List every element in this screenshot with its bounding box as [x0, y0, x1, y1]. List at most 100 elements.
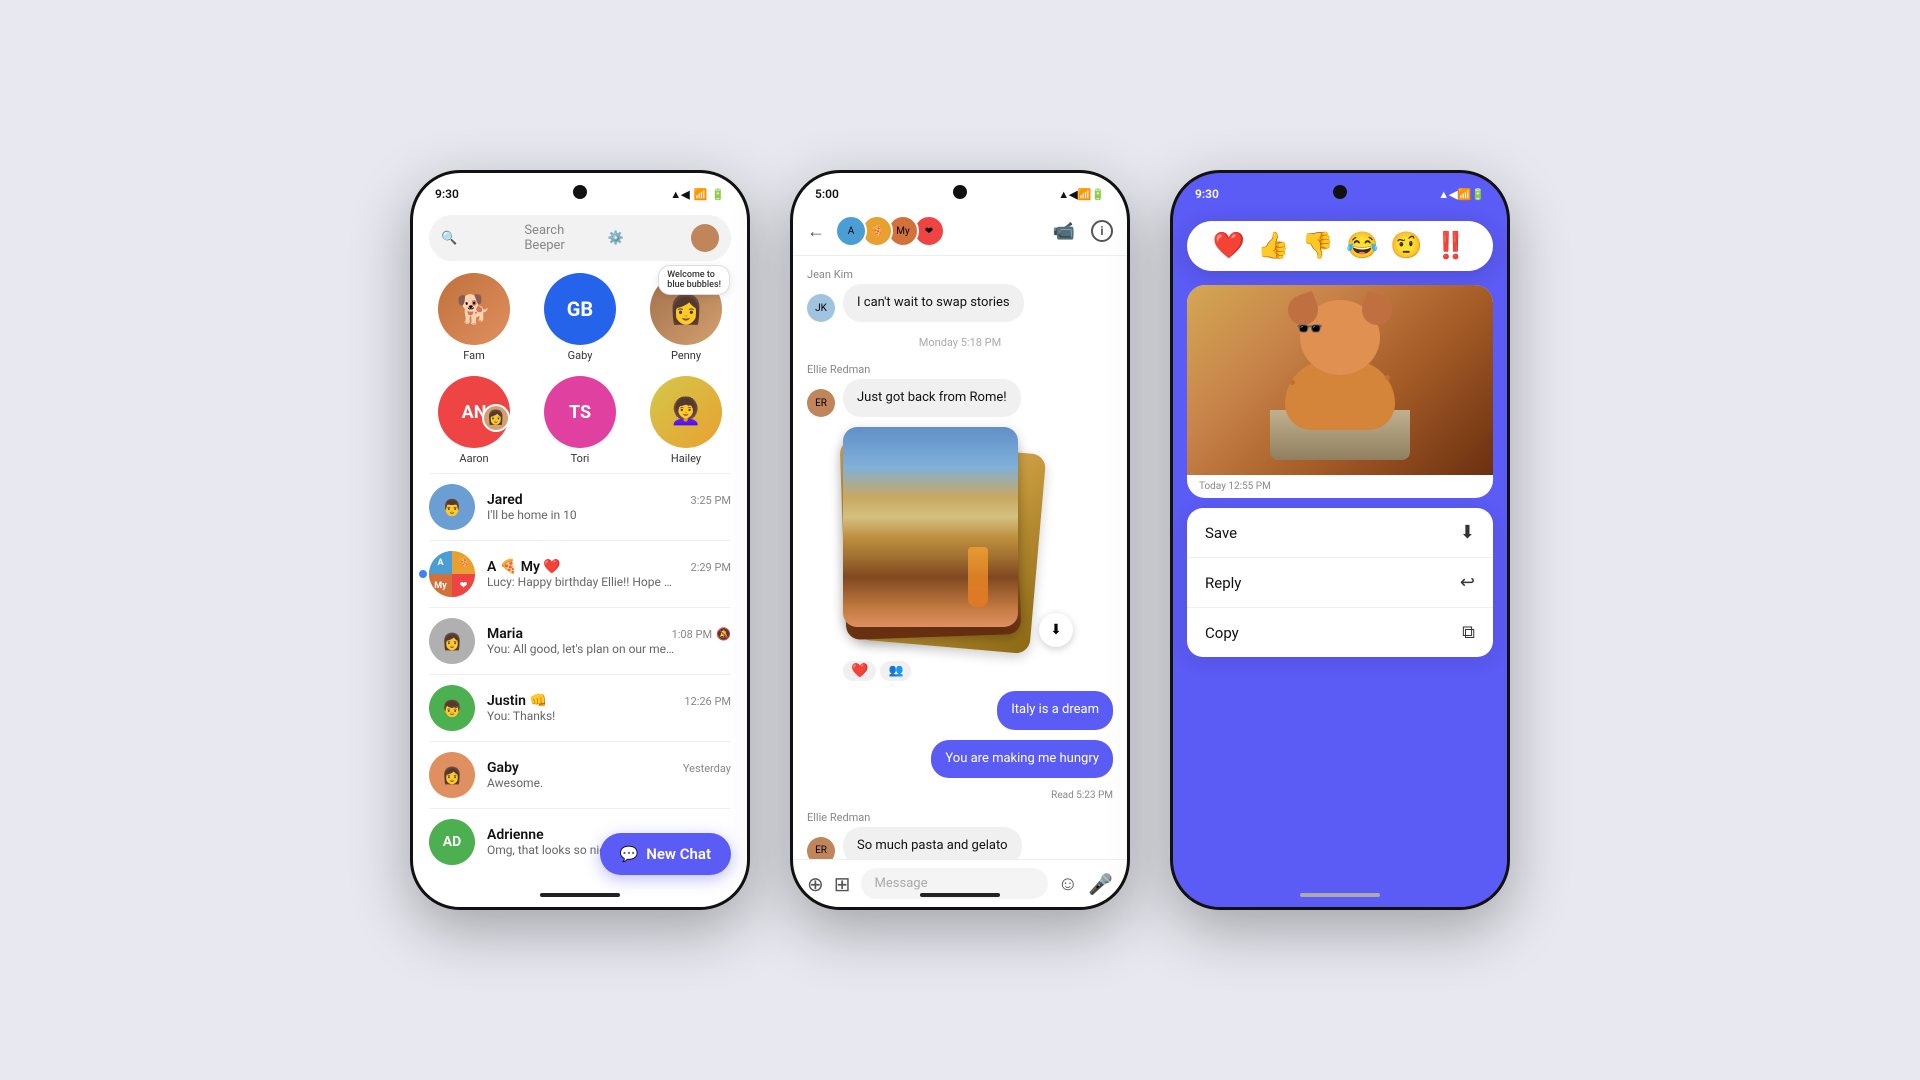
- reaction-thumbsdown-btn[interactable]: 👎: [1302, 231, 1334, 261]
- save-icon: ⬇: [1460, 522, 1475, 543]
- mic-icon[interactable]: 🎤: [1088, 872, 1113, 896]
- status-icons-2: ▲◀📶🔋: [1058, 188, 1105, 201]
- chat-item-gaby2[interactable]: 👩 Gaby Yesterday Awesome.: [413, 742, 747, 808]
- status-time-2: 5:00: [815, 187, 839, 201]
- message-jean: Jean Kim JK I can't wait to swap stories: [807, 268, 1113, 322]
- chat-preview-justin: You: Thanks!: [487, 709, 677, 723]
- chat-name-jared: Jared: [487, 492, 523, 508]
- copy-icon: ⧉: [1462, 622, 1475, 643]
- search-icon: 🔍: [441, 231, 516, 246]
- plus-icon[interactable]: ⊕: [807, 872, 824, 896]
- status-time-1: 9:30: [435, 187, 459, 201]
- story-aaron-label: Aaron: [459, 452, 488, 465]
- chat-preview-maria: You: All good, let's plan on our meeting…: [487, 642, 677, 656]
- penny-online-dot: [712, 335, 720, 343]
- download-button[interactable]: ⬇: [1039, 613, 1073, 647]
- bubble-italy: Italy is a dream: [997, 691, 1113, 729]
- bubble-jean: I can't wait to swap stories: [843, 284, 1024, 322]
- dog-photo: 🕶️: [1187, 285, 1493, 475]
- chat-info-jared: Jared 3:25 PM I'll be home in 10: [487, 492, 731, 522]
- unread-dot-amy: [419, 570, 427, 578]
- story-hailey-label: Hailey: [671, 452, 701, 465]
- sender-jean: Jean Kim: [807, 268, 1113, 281]
- msg-row-hungry: You are making me hungry: [807, 740, 1113, 778]
- chat-info-amy: A 🍕 My ❤️ 2:29 PM Lucy: Happy birthday E…: [487, 559, 731, 589]
- chat-time-justin: 12:26 PM: [684, 695, 731, 708]
- reactions-bar: ❤️ 👥: [843, 661, 1113, 681]
- dog-photo-card[interactable]: 🕶️ Today 12:55 PM: [1187, 285, 1493, 498]
- mute-icon: 🔕: [716, 627, 731, 641]
- msg-row-ellie-pasta: ER So much pasta and gelato: [807, 827, 1113, 859]
- reaction-thumbsup-btn[interactable]: 👍: [1257, 231, 1289, 261]
- chat-preview-jared: I'll be home in 10: [487, 508, 677, 522]
- msg-row-italy: Italy is a dream: [807, 691, 1113, 729]
- chat-info-maria: Maria 1:08 PM 🔕 You: All good, let's pla…: [487, 626, 731, 656]
- story-penny-label: Penny: [671, 349, 701, 362]
- reply-icon: ↩: [1460, 572, 1475, 593]
- reaction-heart[interactable]: ❤️: [843, 661, 876, 681]
- info-icon[interactable]: i: [1091, 220, 1113, 242]
- chat-time-gaby2: Yesterday: [683, 762, 731, 775]
- reaction-skeptical-btn[interactable]: 🤨: [1390, 231, 1422, 261]
- chat-item-maria[interactable]: 👩 Maria 1:08 PM 🔕 You: All good, let's p…: [413, 608, 747, 674]
- reaction-group[interactable]: 👥: [880, 661, 911, 681]
- chat-name-justin: Justin 👊: [487, 693, 547, 709]
- story-penny[interactable]: 👩 Welcome toblue bubbles! Penny: [650, 273, 722, 362]
- context-menu-save[interactable]: Save ⬇: [1187, 508, 1493, 558]
- chat-header: ← A 🍕 My ❤ 📹 i: [793, 207, 1127, 256]
- reaction-laugh-btn[interactable]: 😂: [1346, 231, 1378, 261]
- new-chat-button[interactable]: 💬 New Chat: [600, 833, 731, 875]
- back-button[interactable]: ←: [807, 221, 825, 242]
- reaction-heart-btn[interactable]: ❤️: [1213, 231, 1245, 261]
- chat-item-amy[interactable]: A 🍕 My ❤ A 🍕 My ❤️ 2:29 PM Lucy: Happy b…: [413, 541, 747, 607]
- story-gaby[interactable]: GB Gaby: [544, 273, 616, 362]
- search-placeholder: Search Beeper: [524, 223, 599, 253]
- phone-2: 5:00 ▲◀📶🔋 ← A 🍕 My ❤ 📹 i Jean Kim: [790, 170, 1130, 910]
- gear-icon[interactable]: ⚙️: [608, 231, 683, 246]
- image-stack-container[interactable]: ⬇ ❤️ 👥: [843, 427, 1113, 681]
- chat-preview-gaby2: Awesome.: [487, 776, 677, 790]
- context-menu-copy[interactable]: Copy ⧉: [1187, 608, 1493, 657]
- message-input-bar: ⊕ ⊞ Message ☺ 🎤: [793, 859, 1127, 907]
- chat-bubble-icon: 💬: [620, 845, 639, 863]
- chat-time-jared: 3:25 PM: [691, 494, 731, 507]
- story-gaby-label: Gaby: [568, 349, 593, 362]
- chat-item-justin[interactable]: 👦 Justin 👊 12:26 PM You: Thanks!: [413, 675, 747, 741]
- phone-3: 9:30 ▲◀📶🔋 ❤️ 👍 👎 😂 🤨 ‼️: [1170, 170, 1510, 910]
- notch-1: [573, 185, 587, 199]
- sender-ellie-2: Ellie Redman: [807, 811, 1113, 824]
- bubble-hungry: You are making me hungry: [931, 740, 1113, 778]
- notch-3: [1333, 185, 1347, 199]
- chat-info-gaby2: Gaby Yesterday Awesome.: [487, 760, 731, 790]
- gallery-icon[interactable]: ⊞: [834, 872, 851, 896]
- story-fam-label: Fam: [463, 349, 485, 362]
- chat-name-gaby2: Gaby: [487, 760, 519, 776]
- sender-ellie-1: Ellie Redman: [807, 363, 1113, 376]
- chat-item-jared[interactable]: 👨 Jared 3:25 PM I'll be home in 10: [413, 474, 747, 540]
- context-menu-reply[interactable]: Reply ↩: [1187, 558, 1493, 608]
- story-tori[interactable]: TS Tori: [544, 376, 616, 465]
- search-bar[interactable]: 🔍 Search Beeper ⚙️: [429, 215, 731, 261]
- story-hailey[interactable]: 👩‍🦱 Hailey: [650, 376, 722, 465]
- ellie-avatar-1: ER: [807, 389, 835, 417]
- chat-time-amy: 2:29 PM: [691, 561, 731, 574]
- home-indicator-3: [1300, 893, 1380, 897]
- video-call-icon[interactable]: 📹: [1053, 221, 1075, 242]
- chat-preview-amy: Lucy: Happy birthday Ellie!! Hope you've…: [487, 575, 677, 589]
- emoji-icon[interactable]: ☺: [1058, 871, 1078, 896]
- image-stack: ⬇: [843, 427, 1043, 657]
- chat-info-justin: Justin 👊 12:26 PM You: Thanks!: [487, 693, 731, 723]
- phone-1: 9:30 ▲◀ 📶 🔋 🔍 Search Beeper ⚙️: [410, 170, 750, 910]
- chat-name-amy: A 🍕 My ❤️: [487, 559, 561, 575]
- story-fam[interactable]: 🐕 Fam: [438, 273, 510, 362]
- story-tori-label: Tori: [571, 452, 590, 465]
- photo-timestamp: Today 12:55 PM: [1187, 475, 1493, 498]
- story-aaron[interactable]: AN 👩 Aaron: [438, 376, 510, 465]
- chat-time-maria: 1:08 PM: [672, 628, 712, 641]
- bubble-ellie-rome: Just got back from Rome!: [843, 379, 1021, 417]
- profile-avatar[interactable]: [691, 224, 719, 252]
- copy-label: Copy: [1205, 624, 1239, 642]
- message-placeholder: Message: [875, 876, 928, 891]
- chat-header-actions: 📹 i: [1053, 220, 1113, 242]
- reaction-exclaim-btn[interactable]: ‼️: [1435, 231, 1467, 261]
